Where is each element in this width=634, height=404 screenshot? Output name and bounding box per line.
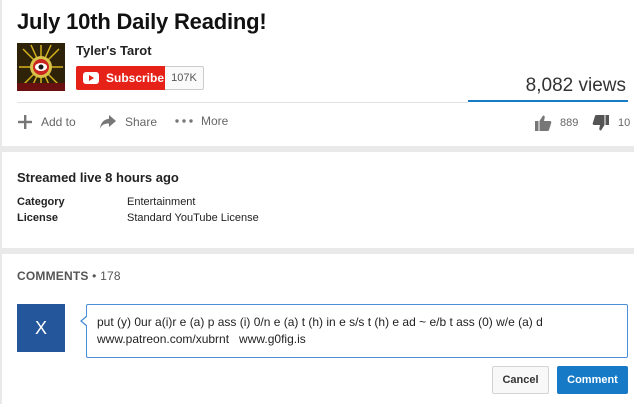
more-label: More	[201, 114, 229, 128]
streamed-date: Streamed live 8 hours ago	[17, 170, 179, 185]
channel-avatar[interactable]	[17, 43, 65, 91]
share-label: Share	[125, 115, 158, 129]
thumbs-down-icon	[592, 114, 610, 132]
view-count: 8,082 views	[525, 75, 626, 96]
subscriber-count: 107K	[165, 66, 204, 90]
category-label: Category	[17, 196, 65, 208]
comments-heading: COMMENTS • 178	[17, 269, 121, 283]
dislike-button[interactable]: 10	[592, 114, 630, 132]
cancel-button[interactable]: Cancel	[492, 366, 549, 394]
comment-input[interactable]: put (y) 0ur a(i)r e (a) p ass (i) 0/n e …	[80, 304, 628, 358]
comments-count: • 178	[92, 269, 121, 283]
share-button[interactable]: Share	[99, 114, 157, 130]
add-to-button[interactable]: Add to	[17, 114, 76, 130]
youtube-logo-icon	[83, 72, 99, 84]
like-ratio-bar	[468, 100, 628, 102]
plus-icon	[17, 114, 33, 130]
commenter-avatar: X	[17, 304, 65, 352]
subscribe-label: Subscribe	[106, 71, 165, 85]
comments-title: COMMENTS	[17, 269, 89, 283]
video-details-card: Streamed live 8 hours ago Category Enter…	[2, 152, 634, 248]
add-to-label: Add to	[41, 115, 76, 129]
license-value: Standard YouTube License	[127, 212, 259, 224]
video-info-card: July 10th Daily Reading! Tyler's Tarot S…	[2, 0, 634, 146]
dislike-count: 10	[618, 117, 631, 129]
more-button[interactable]: More	[175, 114, 228, 128]
subscribe-button[interactable]: Subscribe	[76, 66, 165, 90]
thumbs-up-icon	[534, 114, 552, 132]
comment-submit-button[interactable]: Comment	[557, 366, 628, 394]
share-arrow-icon	[99, 114, 117, 130]
channel-name[interactable]: Tyler's Tarot	[76, 43, 152, 58]
category-value: Entertainment	[127, 196, 196, 208]
like-count: 889	[560, 117, 579, 129]
video-title: July 10th Daily Reading!	[17, 9, 267, 34]
comments-section: COMMENTS • 178 X put (y) 0ur a(i)r e (a)…	[2, 254, 634, 404]
more-dots-icon	[175, 119, 193, 123]
like-button[interactable]: 889	[534, 114, 578, 132]
divider	[17, 102, 468, 103]
license-label: License	[17, 212, 58, 224]
